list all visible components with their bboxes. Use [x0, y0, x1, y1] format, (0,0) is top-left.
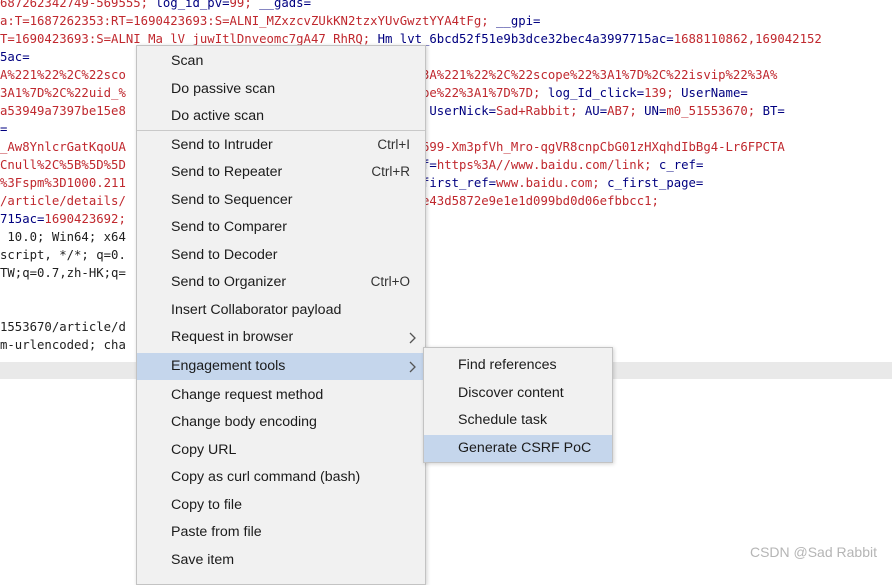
menu-item-label: Change request method [171, 387, 324, 403]
menu-item-label: Change body encoding [171, 414, 317, 430]
submenu-item-schedule-task[interactable]: Schedule task [424, 407, 612, 434]
editor-token: __gpi= [496, 14, 541, 28]
editor-token: log_id_pv= [155, 0, 230, 10]
editor-line: m-urlencoded; cha [0, 336, 126, 354]
editor-token: Hm_lvt_6bcd52f51e9b3dce32bec4a3997715ac= [377, 32, 674, 46]
menu-item-send-to-sequencer[interactable]: Send to Sequencer [137, 187, 425, 214]
menu-item-shortcut: Ctrl+R [371, 164, 410, 179]
engagement-tools-submenu: Find references Discover content Schedule … [423, 347, 613, 463]
editor-token: UserName= [681, 86, 748, 100]
menu-item-label: Do active scan [171, 108, 265, 124]
request-editor[interactable]: 687262342749-569555; log_id_pv=99; __gad… [0, 0, 892, 566]
menu-item-label: Copy as curl command (bash) [171, 469, 361, 485]
menu-item-copy-url[interactable]: Copy URL [137, 437, 425, 464]
menu-item-do-passive-scan[interactable]: Do passive scan [137, 76, 425, 103]
editor-token: 5ac= [0, 50, 30, 64]
editor-token: AB7; [607, 104, 645, 118]
editor-line: 715ac=1690423692; [0, 210, 126, 228]
editor-line: TW;q=0.7,zh-HK;q= [0, 264, 126, 282]
menu-item-request-in-browser[interactable]: Request in browser [137, 324, 425, 351]
menu-item-send-to-decoder[interactable]: Send to Decoder [137, 242, 425, 269]
submenu-item-discover-content[interactable]: Discover content [424, 380, 612, 407]
menu-item-copy-to-file[interactable]: Copy to file [137, 492, 425, 519]
editor-line: script, */*; q=0. [0, 246, 126, 264]
editor-token: 1690423692; [44, 212, 126, 226]
editor-token: AU= [584, 104, 608, 118]
menu-item-label: Send to Comparer [171, 219, 287, 235]
chevron-right-icon [409, 332, 417, 344]
submenu-item-label: Find references [458, 357, 557, 373]
editor-token: www.baidu.com; [496, 176, 608, 190]
context-menu: Scan Do passive scan Do active scan Send to… [136, 45, 426, 585]
menu-item-do-active-scan[interactable]: Do active scan [137, 103, 425, 130]
editor-token: 1688110862,169042152 [673, 32, 822, 46]
editor-token: 139; [644, 86, 682, 100]
menu-item-label: Paste from file [171, 524, 262, 540]
menu-item-label: Scan [171, 53, 204, 69]
editor-token: m0_51553670; [666, 104, 763, 118]
menu-item-change-body-encoding[interactable]: Change body encoding [137, 409, 425, 436]
menu-item-label: Send to Sequencer [171, 192, 293, 208]
editor-token: m-urlencoded; cha [0, 338, 126, 352]
submenu-item-label: Schedule task [458, 412, 548, 428]
editor-token: UserNick= [429, 104, 497, 118]
editor-token: a:T=1687262353:RT=1690423693:S=ALNI_MZxz… [0, 14, 497, 28]
menu-item-engagement-tools[interactable]: Engagement tools [137, 353, 425, 380]
submenu-item-generate-csrf-poc[interactable]: Generate CSRF PoC [424, 435, 612, 462]
editor-line: a:T=1687262353:RT=1690423693:S=ALNI_MZxz… [0, 12, 540, 30]
menu-item-label: Do passive scan [171, 81, 276, 97]
menu-item-label: Copy to file [171, 497, 242, 513]
menu-item-shortcut: Ctrl+O [370, 274, 410, 289]
menu-item-copy-as-curl-command-bash[interactable]: Copy as curl command (bash) [137, 464, 425, 491]
menu-item-paste-from-file[interactable]: Paste from file [137, 519, 425, 546]
menu-item-label: Send to Organizer [171, 274, 287, 290]
submenu-item-label: Generate CSRF PoC [458, 440, 592, 456]
editor-line: 687262342749-569555; log_id_pv=99; __gad… [0, 0, 311, 12]
watermark: CSDN @Sad Rabbit [749, 544, 877, 560]
editor-token: 99; [229, 0, 260, 10]
submenu-item-find-references[interactable]: Find references [424, 352, 612, 379]
menu-item-send-to-comparer[interactable]: Send to Comparer [137, 214, 425, 241]
editor-token: 715ac= [0, 212, 45, 226]
menu-item-label: Send to Intruder [171, 137, 273, 153]
editor-token: T=1690423693:S=ALNI_Ma_lV_juwItlDnveomc7… [0, 32, 378, 46]
editor-token: TW;q=0.7,zh-HK;q= [0, 266, 126, 280]
menu-item-save-item[interactable]: Save item [137, 547, 425, 574]
editor-token: BT= [762, 104, 785, 118]
editor-token: Sad+Rabbit; [496, 104, 585, 118]
editor-line: 5ac= [0, 48, 30, 66]
editor-token: 687262342749-569555; [0, 0, 156, 10]
menu-item-label: Send to Decoder [171, 247, 278, 263]
menu-item-label: Copy URL [171, 442, 237, 458]
menu-item-change-request-method[interactable]: Change request method [137, 382, 425, 409]
editor-token: script, */*; q=0. [0, 248, 126, 262]
editor-token: c_first_page= [607, 176, 704, 190]
editor-token: https%3A//www.baidu.com/link; [436, 158, 659, 172]
editor-token: UN= [644, 104, 667, 118]
editor-line: = [0, 120, 7, 138]
menu-item-send-to-organizer[interactable]: Send to Organizer Ctrl+O [137, 269, 425, 296]
chevron-right-icon [409, 361, 417, 373]
menu-item-send-to-intruder[interactable]: Send to Intruder Ctrl+I [137, 132, 425, 159]
editor-token: ee43d5872e9e1e1d099bd0d06efbbcc1; [414, 194, 659, 208]
editor-token: = [0, 122, 8, 136]
submenu-item-label: Discover content [458, 385, 564, 401]
menu-item-shortcut: Ctrl+I [377, 137, 410, 152]
editor-token: c_ref= [658, 158, 704, 172]
menu-separator [137, 130, 425, 131]
menu-item-label: Insert Collaborator payload [171, 302, 342, 318]
menu-item-scan[interactable]: Scan [137, 48, 425, 75]
menu-item-label: Engagement tools [171, 358, 286, 374]
menu-item-insert-collaborator-payload[interactable]: Insert Collaborator payload [137, 297, 425, 324]
editor-token: log_Id_click= [547, 86, 645, 100]
menu-item-label: Request in browser [171, 329, 294, 345]
menu-item-label: Send to Repeater [171, 164, 283, 180]
menu-item-send-to-repeater[interactable]: Send to Repeater Ctrl+R [137, 159, 425, 186]
editor-token: __gads= [259, 0, 311, 10]
